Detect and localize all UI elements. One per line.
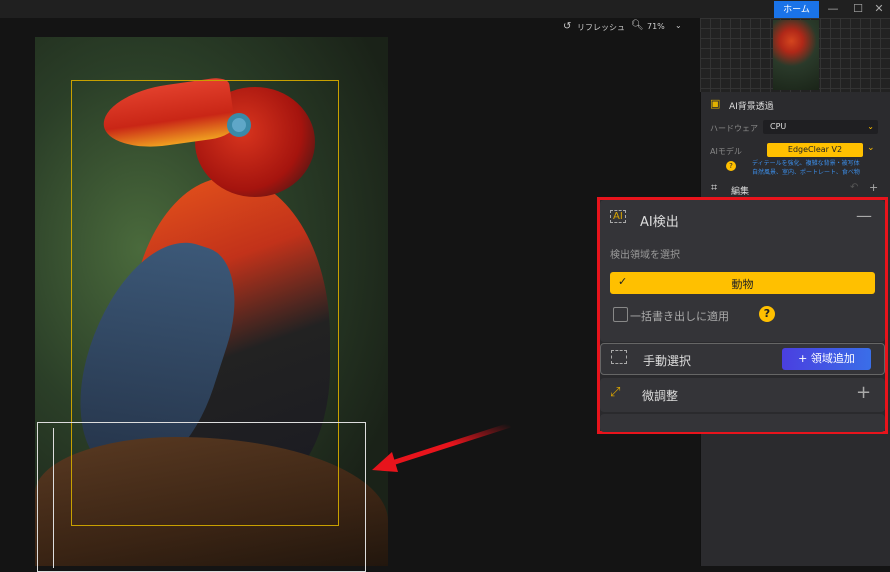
help-icon[interactable]: ? [726, 161, 736, 171]
ai-icon: AI [610, 210, 626, 223]
add-region-label: 領域追加 [810, 352, 855, 365]
hardware-label: ハードウェア [710, 124, 758, 133]
ai-detection-panel: AI AI検出 — 検出領域を選択 ✓ 動物 一括書き出しに適用 ? 手動選択 … [597, 197, 888, 434]
image-icon: ▣ [710, 97, 721, 110]
undo-icon[interactable]: ↶ [850, 182, 858, 193]
plus-icon: + [798, 352, 808, 365]
ai-detect-section: AI AI検出 — 検出領域を選択 ✓ 動物 一括書き出しに適用 ? [600, 200, 885, 342]
animal-option[interactable]: ✓ 動物 [610, 272, 875, 294]
select-region-label: 検出領域を選択 [610, 250, 680, 261]
manual-select-section[interactable]: 手動選択 + 領域追加 [600, 343, 885, 375]
fine-tune-section[interactable]: ⤢ 微調整 + [600, 378, 885, 412]
expand-icon[interactable]: + [856, 382, 871, 403]
manual-select-label: 手動選択 [643, 354, 692, 368]
manual-select-icon [611, 350, 627, 364]
batch-apply-label: 一括書き出しに適用 [630, 310, 729, 323]
ai-detect-title: AI検出 [640, 215, 679, 230]
plus-icon[interactable]: + [869, 181, 878, 194]
hardware-select[interactable]: CPU ⌄ [763, 120, 878, 134]
animal-option-label: 動物 [731, 278, 754, 291]
crop-icon: ⌗ [711, 181, 718, 194]
add-region-button[interactable]: + 領域追加 [782, 348, 871, 370]
collapse-icon[interactable]: — [856, 206, 872, 225]
empty-section [600, 414, 885, 432]
fine-tune-label: 微調整 [642, 389, 679, 403]
resize-icon: ⤢ [610, 385, 621, 400]
hardware-value: CPU [770, 122, 787, 131]
model-select[interactable]: EdgeClear V2 [767, 143, 863, 157]
chevron-down-icon[interactable]: ⌄ [867, 143, 875, 153]
model-description-1: ディテールを強化、複雑な背景・被写体 [752, 160, 860, 167]
bg-removal-title: AI背景透過 [729, 102, 774, 112]
model-description-2: 自然風景、室内、ポートレート、食べ物 [752, 169, 860, 176]
chevron-down-icon: ⌄ [867, 122, 874, 131]
edit-label: 編集 [731, 187, 750, 197]
thumbnail-image[interactable] [773, 20, 819, 90]
help-icon[interactable]: ? [759, 306, 775, 322]
batch-apply-checkbox[interactable] [613, 307, 628, 322]
model-label: AIモデル [710, 147, 742, 156]
